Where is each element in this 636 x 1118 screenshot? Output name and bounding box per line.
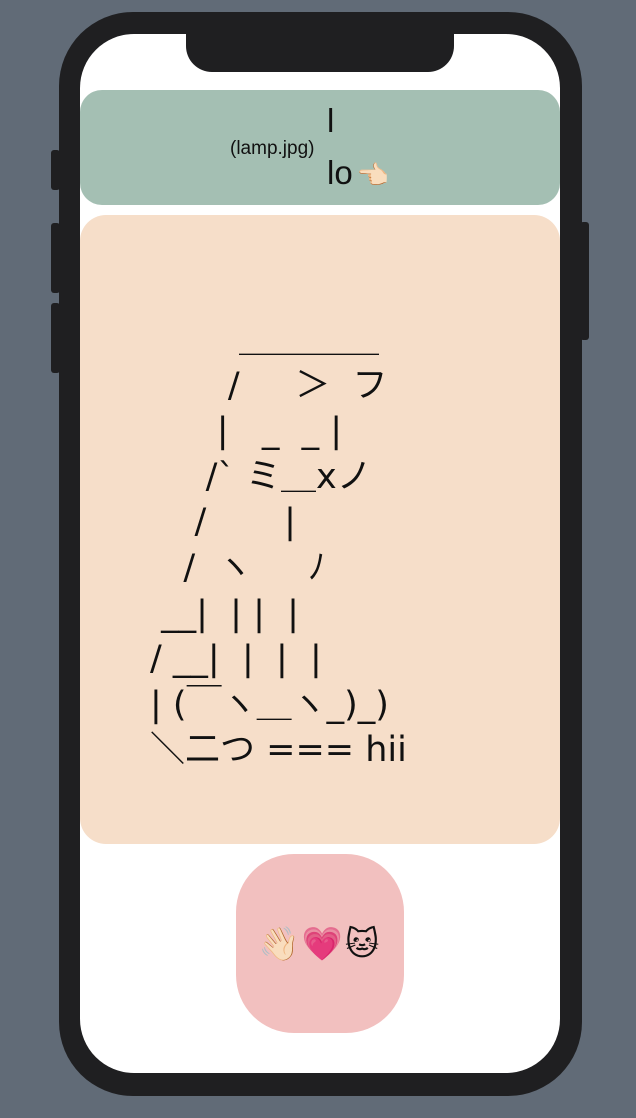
mute-switch (51, 150, 60, 190)
notch (186, 30, 454, 72)
pointing-hand-icon: 👈🏻 (356, 160, 390, 190)
header-text-line-1: l (327, 102, 335, 139)
header-card (80, 90, 560, 205)
ascii-cat-art: ＿＿＿＿ / ＞ フ | _ _ | /` ミ＿xノ / | / ヽ ﾉ __|… (150, 320, 407, 771)
app-stage: (lamp.jpg) l lo 👈🏻 ＿＿＿＿ / ＞ フ | _ _ | /` … (0, 0, 636, 1118)
broken-image-alt-text: (lamp.jpg) (230, 138, 315, 159)
header-text-line-2: lo 👈🏻 (327, 155, 389, 193)
volume-down-button (51, 303, 60, 373)
power-button (580, 222, 589, 340)
emoji-button[interactable]: 👋🏻💗🐱 (236, 854, 404, 1033)
header-text-lo: lo (327, 154, 353, 191)
volume-up-button (51, 223, 60, 293)
